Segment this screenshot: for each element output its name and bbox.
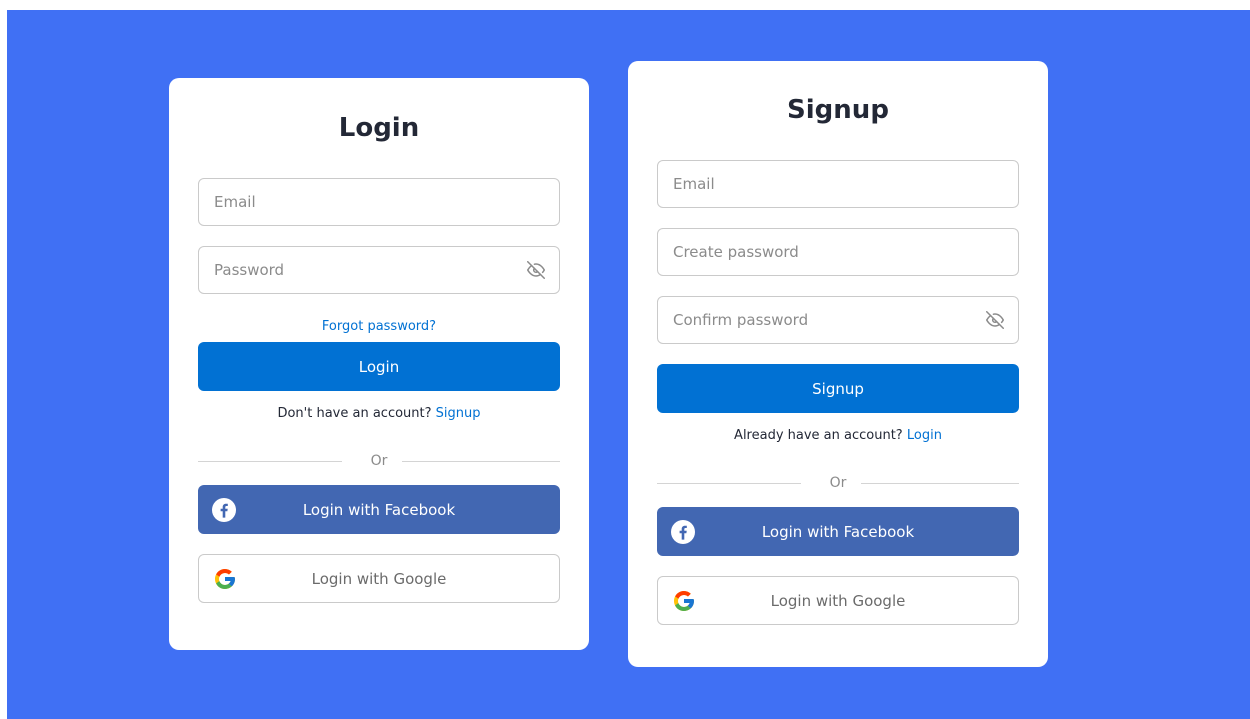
- divider-or-label: Or: [819, 475, 857, 491]
- google-button-label: Login with Google: [770, 591, 906, 610]
- signup-link[interactable]: Signup: [436, 406, 481, 421]
- signup-confirm-password-field: [657, 296, 1019, 344]
- login-switch-row: Don't have an account? Signup: [198, 391, 560, 437]
- signup-create-password-field: [657, 228, 1019, 276]
- signup-switch-row: Already have an account? Login: [657, 413, 1019, 459]
- divider-or-label: Or: [360, 453, 398, 469]
- login-password-input[interactable]: [199, 247, 559, 293]
- google-icon: [674, 590, 694, 611]
- google-button-label: Login with Google: [311, 569, 447, 588]
- login-switch-text: Don't have an account?: [277, 406, 432, 421]
- signup-title: Signup: [787, 95, 889, 125]
- eye-off-icon[interactable]: [527, 261, 545, 279]
- forgot-password-link[interactable]: Forgot password?: [322, 319, 436, 334]
- signup-button[interactable]: Signup: [657, 364, 1019, 413]
- forgot-password-row: Forgot password?: [198, 308, 560, 342]
- login-title: Login: [338, 113, 420, 143]
- signup-switch-text: Already have an account?: [734, 428, 903, 443]
- create-password-input[interactable]: [658, 229, 1018, 275]
- signup-facebook-button[interactable]: Login with Facebook: [657, 507, 1019, 556]
- divider-line: [198, 461, 342, 462]
- google-icon: [215, 568, 235, 589]
- facebook-button-label: Login with Facebook: [761, 522, 915, 541]
- confirm-password-input[interactable]: [658, 297, 1018, 343]
- login-facebook-button[interactable]: Login with Facebook: [198, 485, 560, 534]
- login-password-field: [198, 246, 560, 294]
- signup-divider: Or: [657, 459, 1019, 507]
- divider-line: [861, 483, 1019, 484]
- login-button[interactable]: Login: [198, 342, 560, 391]
- login-card: Login Forgot password? Login Don't have …: [169, 78, 589, 650]
- facebook-icon: [671, 519, 695, 544]
- login-email-field: [198, 178, 560, 226]
- login-divider: Or: [198, 437, 560, 485]
- signup-google-button[interactable]: Login with Google: [657, 576, 1019, 625]
- divider-line: [402, 461, 560, 462]
- signup-card: Signup Signup Already have an account? L…: [628, 61, 1048, 667]
- signup-email-input[interactable]: [658, 161, 1018, 207]
- facebook-icon: [212, 497, 236, 522]
- login-google-button[interactable]: Login with Google: [198, 554, 560, 603]
- divider-line: [657, 483, 801, 484]
- login-email-input[interactable]: [199, 179, 559, 225]
- eye-off-icon[interactable]: [986, 311, 1004, 329]
- signup-email-field: [657, 160, 1019, 208]
- facebook-button-label: Login with Facebook: [302, 500, 456, 519]
- login-link[interactable]: Login: [907, 428, 942, 443]
- page-background: Login Forgot password? Login Don't have …: [7, 10, 1250, 719]
